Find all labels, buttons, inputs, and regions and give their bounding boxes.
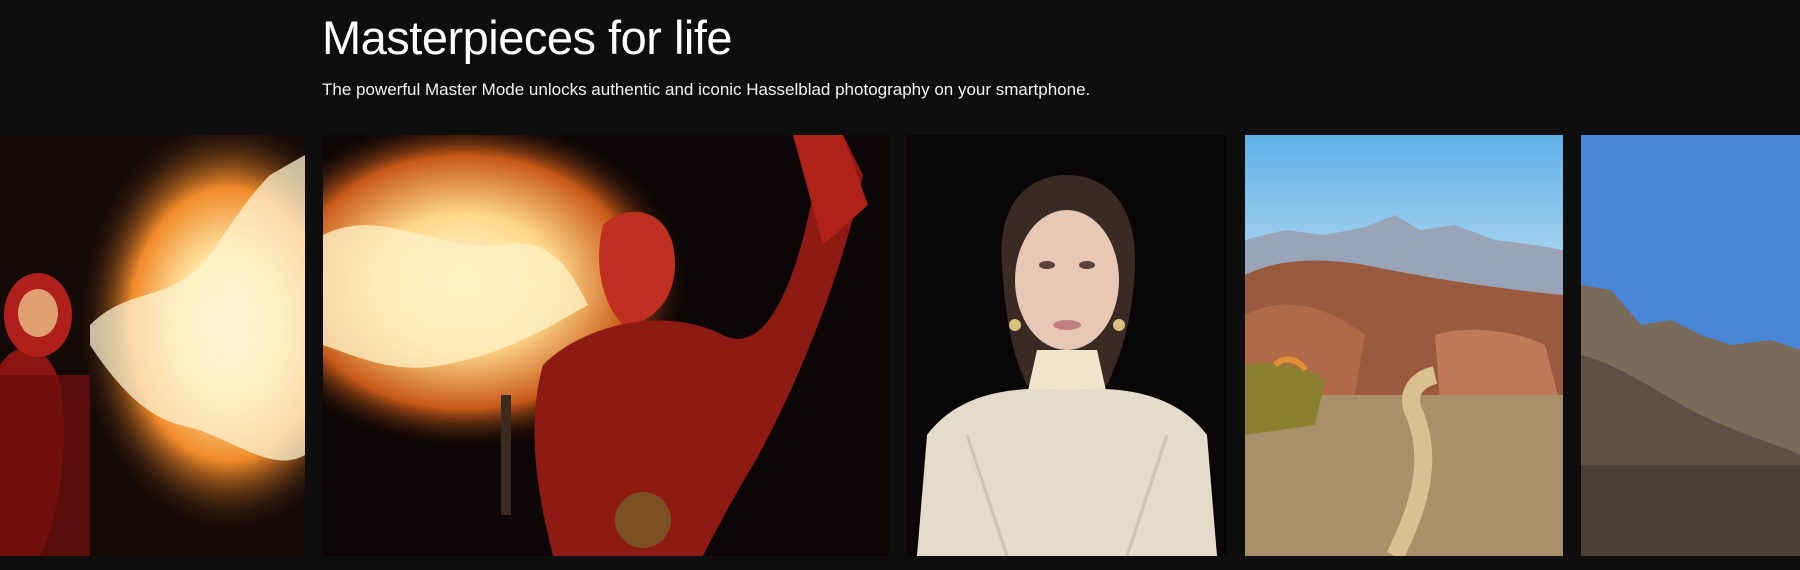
landscape-photo xyxy=(1581,135,1800,556)
photo-carousel[interactable] xyxy=(0,135,1800,556)
fire-breather-photo xyxy=(0,135,305,556)
gallery-photo-fire-performer-close[interactable] xyxy=(0,135,305,556)
gallery-photo-fire-performer-torch[interactable] xyxy=(323,135,889,556)
fire-breather-photo xyxy=(323,135,889,556)
portrait-photo xyxy=(907,135,1227,556)
gallery-photo-rocky-hill-sky[interactable] xyxy=(1581,135,1800,556)
section-subtitle: The powerful Master Mode unlocks authent… xyxy=(322,80,1091,99)
gallery-photo-portrait-woman-lace[interactable] xyxy=(907,135,1227,556)
section-title: Masterpieces for life xyxy=(322,11,733,64)
landscape-photo xyxy=(1245,135,1563,556)
gallery-photo-desert-road-mountains[interactable] xyxy=(1245,135,1563,556)
